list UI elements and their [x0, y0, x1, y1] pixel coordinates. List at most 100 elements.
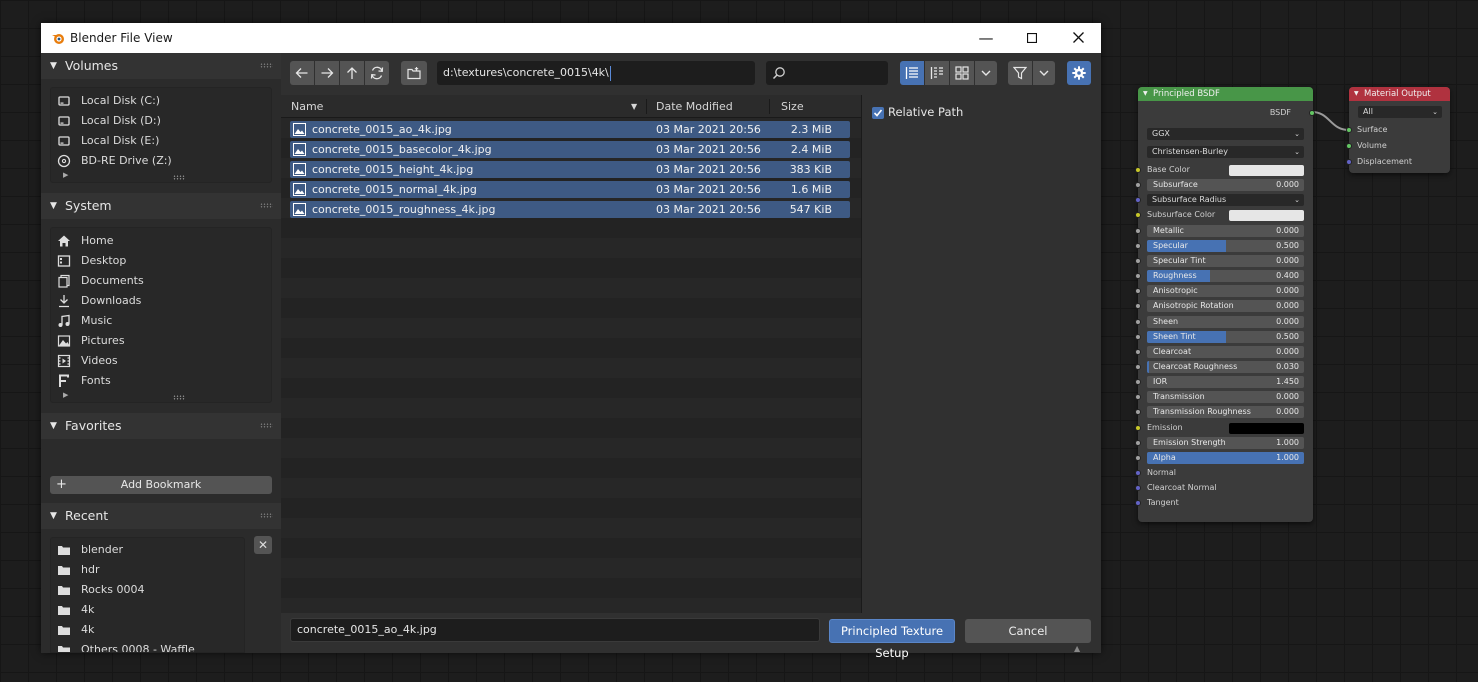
specular-slider[interactable]: Specular 0.500 — [1147, 240, 1304, 252]
slider-value: 0.500 — [1276, 332, 1299, 341]
slider-value: 1.000 — [1276, 438, 1299, 447]
chevron-down-icon: ⌄ — [1294, 148, 1300, 156]
alpha-slider[interactable]: Alpha 1.000 — [1147, 452, 1304, 464]
normal-socket[interactable] — [1135, 470, 1141, 476]
slider-value: 0.000 — [1276, 392, 1299, 401]
subsurface-slider[interactable]: Subsurface 0.000 — [1147, 179, 1304, 191]
slider-value: 0.030 — [1276, 362, 1299, 371]
subsurface-radius-socket[interactable] — [1135, 197, 1141, 203]
specular-socket[interactable] — [1135, 243, 1141, 249]
slider-value: 0.000 — [1276, 256, 1299, 265]
emission-strength-socket[interactable] — [1135, 440, 1141, 446]
slider-value: 0.000 — [1276, 317, 1299, 326]
slider-value: 0.000 — [1276, 286, 1299, 295]
sheen-slider[interactable]: Sheen 0.000 — [1147, 316, 1304, 328]
slider-value: 0.000 — [1276, 226, 1299, 235]
tangent-socket[interactable] — [1135, 500, 1141, 506]
subsurface-radius-dropdown[interactable]: Subsurface Radius ⌄ — [1147, 194, 1304, 206]
slider-label: IOR — [1153, 377, 1168, 386]
slider-label: Alpha — [1153, 453, 1176, 462]
slider-label: Specular Tint — [1153, 256, 1206, 265]
sheen-socket[interactable] — [1135, 319, 1141, 325]
surface-input-socket[interactable] — [1346, 127, 1352, 133]
chevron-down-icon: ⌄ — [1432, 108, 1438, 116]
node-header[interactable]: ▼ Material Output — [1349, 87, 1450, 101]
subsurface-socket[interactable] — [1135, 182, 1141, 188]
emission-socket[interactable] — [1135, 425, 1141, 431]
distribution-dropdown[interactable]: GGX ⌄ — [1147, 128, 1304, 140]
transmission-slider[interactable]: Transmission 0.000 — [1147, 391, 1304, 403]
material-output-node[interactable]: ▼ Material Output All ⌄ Surface Volume Di… — [1346, 87, 1450, 173]
specular-tint-slider[interactable]: Specular Tint 0.000 — [1147, 255, 1304, 267]
subsurface-color-color-swatch[interactable] — [1229, 210, 1304, 221]
node-link[interactable] — [1311, 111, 1350, 131]
slider-value: 0.000 — [1276, 180, 1299, 189]
sheen-tint-socket[interactable] — [1135, 334, 1141, 340]
collapse-triangle-icon[interactable]: ▼ — [1354, 87, 1359, 101]
tangent-label: Tangent — [1147, 498, 1179, 507]
displacement-input-socket[interactable] — [1346, 159, 1352, 165]
chevron-down-icon: ⌄ — [1294, 130, 1300, 138]
slider-fill — [1147, 361, 1149, 373]
volume-input-socket[interactable] — [1346, 143, 1352, 149]
transmission-roughness-slider[interactable]: Transmission Roughness 0.000 — [1147, 406, 1304, 418]
metallic-slider[interactable]: Metallic 0.000 — [1147, 225, 1304, 237]
slider-label: Roughness — [1153, 271, 1197, 280]
clearcoat-normal-socket[interactable] — [1135, 485, 1141, 491]
specular-tint-socket[interactable] — [1135, 258, 1141, 264]
anisotropic-slider[interactable]: Anisotropic 0.000 — [1147, 285, 1304, 297]
clearcoat-roughness-slider[interactable]: Clearcoat Roughness 0.030 — [1147, 361, 1304, 373]
clearcoat-normal-label: Clearcoat Normal — [1147, 483, 1217, 492]
sheen-tint-slider[interactable]: Sheen Tint 0.500 — [1147, 331, 1304, 343]
subsurface-color-socket[interactable] — [1135, 212, 1141, 218]
anisotropic-rotation-slider[interactable]: Anisotropic Rotation 0.000 — [1147, 300, 1304, 312]
slider-value: 0.000 — [1276, 407, 1299, 416]
slider-label: Clearcoat Roughness — [1153, 362, 1238, 371]
slider-label: Anisotropic — [1153, 286, 1198, 295]
slider-value: 1.000 — [1276, 453, 1299, 462]
bsdf-output-socket[interactable] — [1309, 110, 1315, 116]
base-color-label: Base Color — [1147, 165, 1190, 174]
base-color-color-swatch[interactable] — [1229, 165, 1304, 176]
anisotropic-socket[interactable] — [1135, 288, 1141, 294]
clearcoat-roughness-socket[interactable] — [1135, 364, 1141, 370]
ior-socket[interactable] — [1135, 379, 1141, 385]
ior-slider[interactable]: IOR 1.450 — [1147, 376, 1304, 388]
slider-label: Sheen — [1153, 317, 1179, 326]
bsdf-output-label: BSDF — [1269, 108, 1291, 117]
slider-value: 1.450 — [1276, 377, 1299, 386]
slider-label: Subsurface — [1153, 180, 1198, 189]
emission-color-swatch[interactable] — [1229, 423, 1304, 434]
slider-value: 0.000 — [1276, 301, 1299, 310]
base-color-socket[interactable] — [1135, 167, 1141, 173]
clearcoat-socket[interactable] — [1135, 349, 1141, 355]
transmission-roughness-socket[interactable] — [1135, 409, 1141, 415]
collapse-triangle-icon[interactable]: ▼ — [1143, 87, 1148, 101]
slider-label: Emission Strength — [1153, 438, 1226, 447]
slider-label: Anisotropic Rotation — [1153, 301, 1234, 310]
alpha-socket[interactable] — [1135, 455, 1141, 461]
subsurface-color-label: Subsurface Color — [1147, 210, 1216, 219]
roughness-slider[interactable]: Roughness 0.400 — [1147, 270, 1304, 282]
subsurface-method-dropdown[interactable]: Christensen-Burley ⌄ — [1147, 146, 1304, 158]
emission-strength-slider[interactable]: Emission Strength 1.000 — [1147, 437, 1304, 449]
slider-value: 0.400 — [1276, 271, 1299, 280]
output-target-dropdown[interactable]: All ⌄ — [1358, 106, 1442, 118]
slider-label: Sheen Tint — [1153, 332, 1196, 341]
clearcoat-slider[interactable]: Clearcoat 0.000 — [1147, 346, 1304, 358]
principled-bsdf-node[interactable]: ▼ Principled BSDF BSDF GGX ⌄ Christensen-… — [1135, 87, 1315, 522]
slider-value: 0.000 — [1276, 347, 1299, 356]
slider-label: Metallic — [1153, 226, 1184, 235]
normal-label: Normal — [1147, 468, 1176, 477]
chevron-down-icon: ⌄ — [1294, 196, 1300, 204]
roughness-socket[interactable] — [1135, 273, 1141, 279]
emission-label: Emission — [1147, 423, 1183, 432]
slider-label: Specular — [1153, 241, 1188, 250]
slider-value: 0.500 — [1276, 241, 1299, 250]
node-header[interactable]: ▼ Principled BSDF — [1138, 87, 1313, 101]
transmission-socket[interactable] — [1135, 394, 1141, 400]
slider-label: Transmission Roughness — [1153, 407, 1251, 416]
metallic-socket[interactable] — [1135, 228, 1141, 234]
slider-label: Transmission — [1153, 392, 1205, 401]
anisotropic-rotation-socket[interactable] — [1135, 303, 1141, 309]
